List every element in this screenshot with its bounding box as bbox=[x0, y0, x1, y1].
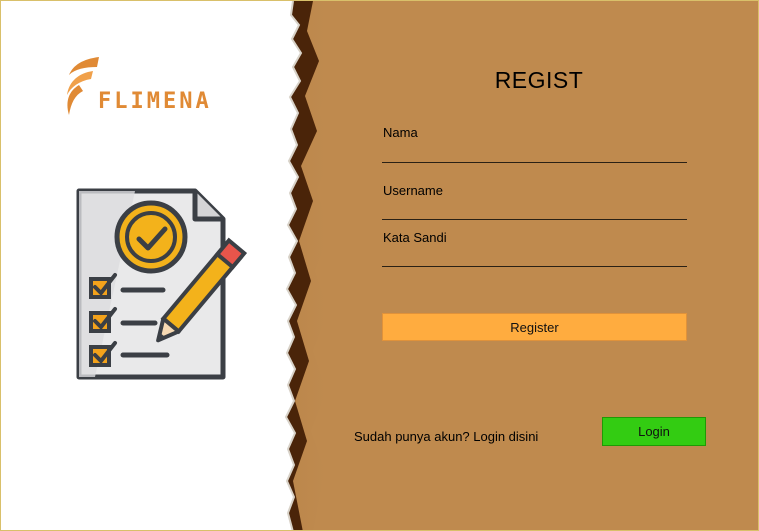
checklist-document-with-pencil-icon bbox=[76, 188, 248, 380]
nama-input[interactable] bbox=[382, 138, 687, 163]
login-prompt-text: Sudah punya akun? Login disini bbox=[354, 429, 539, 444]
page-title: REGIST bbox=[494, 67, 584, 93]
flimena-logo-icon bbox=[67, 57, 99, 115]
password-input[interactable] bbox=[382, 242, 687, 267]
login-button[interactable]: Login bbox=[602, 417, 706, 446]
register-button[interactable]: Register bbox=[382, 313, 687, 341]
window: FLIMENA REGIST Nama Username Kata Sandi … bbox=[0, 0, 759, 531]
username-input[interactable] bbox=[382, 195, 687, 220]
brand-name: FLIMENA bbox=[98, 89, 212, 114]
